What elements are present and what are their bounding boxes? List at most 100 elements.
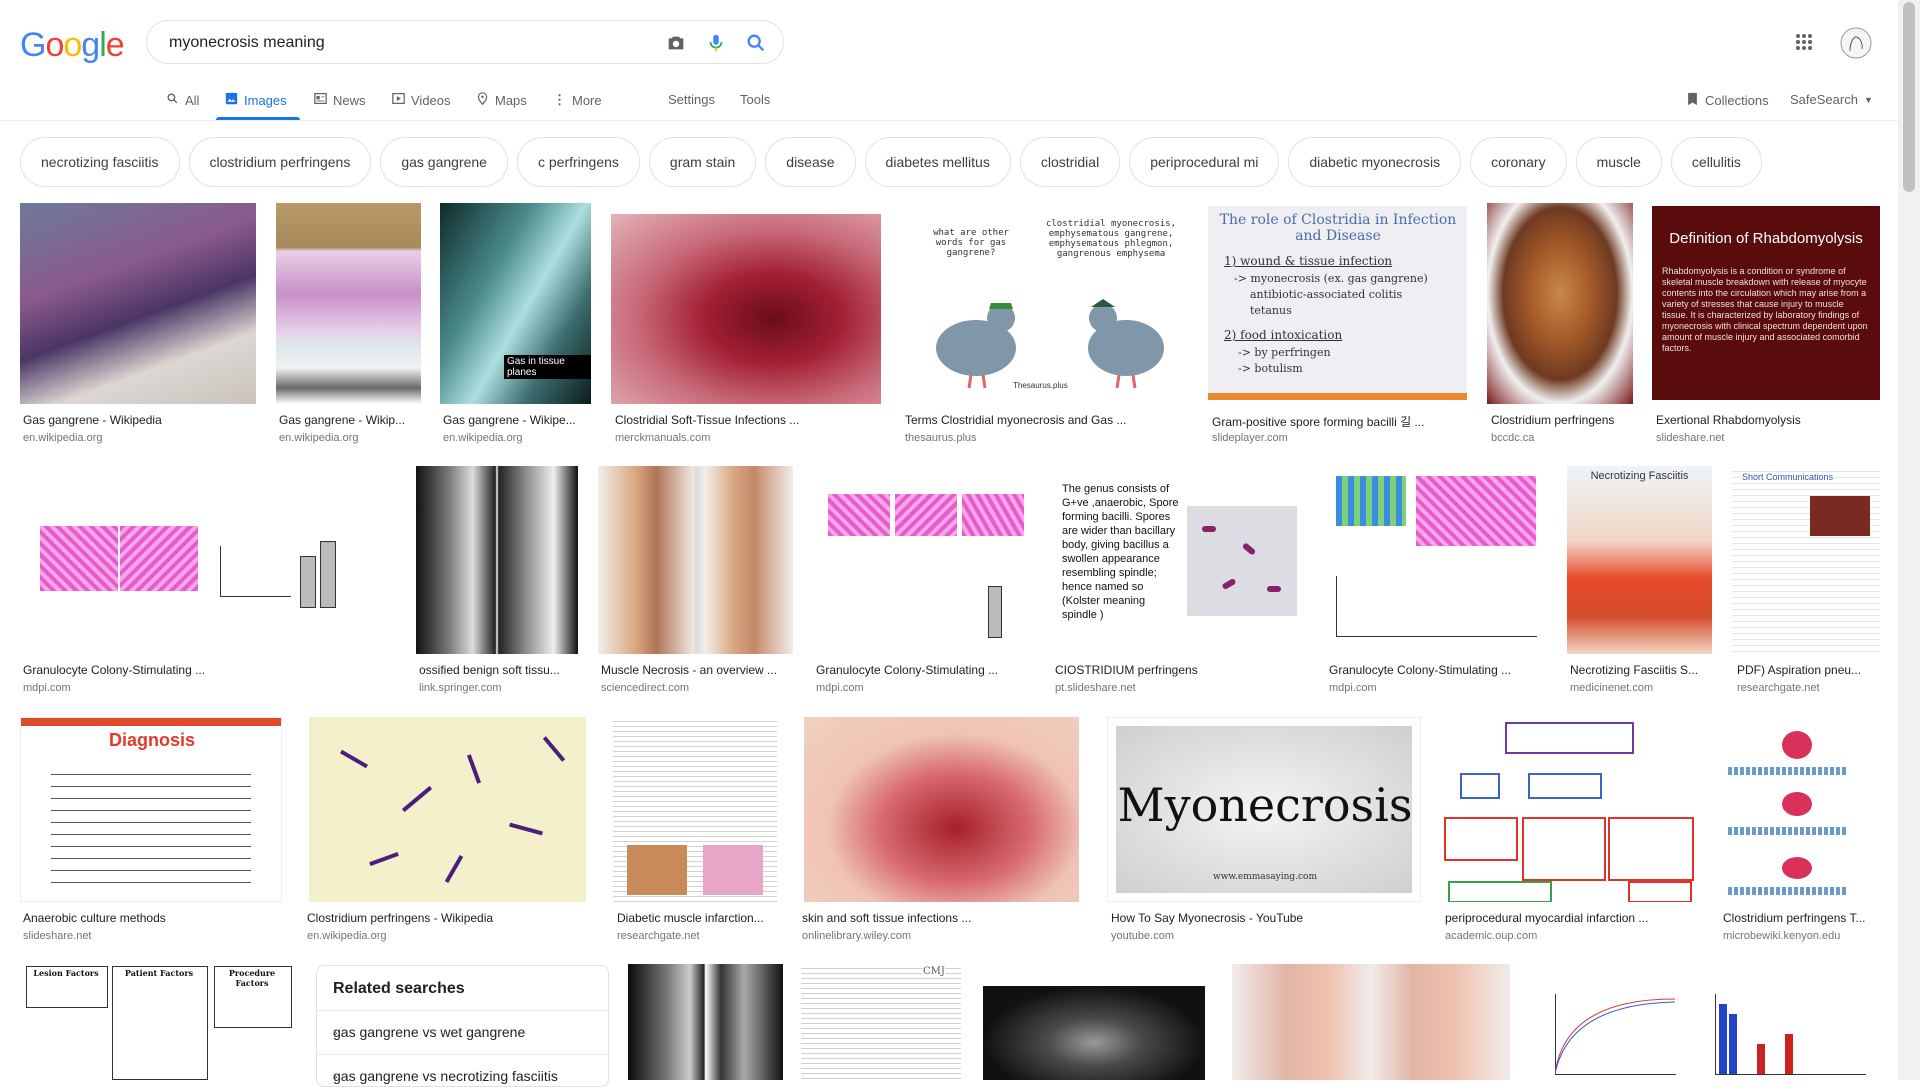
chip[interactable]: c perfringens bbox=[516, 137, 640, 187]
result-image[interactable] bbox=[1232, 964, 1510, 1080]
result-image[interactable] bbox=[628, 964, 783, 1080]
page-scrollbar[interactable] bbox=[1898, 0, 1920, 1080]
result-image[interactable]: The genus consists of G+ve ,anaerobic, S… bbox=[1052, 466, 1305, 654]
result-caption[interactable]: Granulocyte Colony-Stimulating ... bbox=[816, 663, 1031, 677]
result-image[interactable]: Diagnosis bbox=[20, 717, 282, 902]
result-image[interactable] bbox=[1487, 203, 1633, 404]
result-caption[interactable]: Granulocyte Colony-Stimulating ... bbox=[1329, 663, 1547, 677]
result-image[interactable] bbox=[1440, 717, 1695, 902]
chip[interactable]: diabetes mellitus bbox=[864, 137, 1011, 187]
chip[interactable]: diabetic myonecrosis bbox=[1288, 137, 1462, 187]
result-image[interactable] bbox=[20, 203, 256, 404]
result-caption[interactable]: Gas gangrene - Wikip... bbox=[279, 413, 419, 427]
safesearch-toggle[interactable]: SafeSearch ▼ bbox=[1790, 92, 1873, 107]
result-caption[interactable]: PDF) Aspiration pneu... bbox=[1737, 663, 1880, 677]
result-image[interactable] bbox=[813, 466, 1032, 654]
result-image[interactable]: Myonecrosis www.emmasaying.com bbox=[1107, 717, 1421, 902]
search-box[interactable] bbox=[146, 20, 784, 64]
result-image[interactable] bbox=[1718, 717, 1880, 902]
tab-maps[interactable]: Maps bbox=[476, 92, 527, 108]
image-label: Myonecrosis bbox=[1117, 778, 1413, 832]
safesearch-label: SafeSearch bbox=[1790, 92, 1858, 107]
result-image[interactable] bbox=[611, 214, 881, 404]
result-caption[interactable]: Clostridial Soft-Tissue Infections ... bbox=[615, 413, 880, 427]
chip[interactable]: gas gangrene bbox=[380, 137, 508, 187]
chip[interactable]: clostridium perfringens bbox=[188, 137, 372, 187]
result-image[interactable]: The role of Clostridia in Infection and … bbox=[1208, 206, 1467, 400]
active-tab-indicator bbox=[216, 117, 300, 120]
result-image[interactable] bbox=[20, 466, 396, 654]
result-caption[interactable]: skin and soft tissue infections ... bbox=[802, 911, 1077, 925]
result-image[interactable] bbox=[1535, 964, 1880, 1080]
result-caption[interactable]: How To Say Myonecrosis - YouTube bbox=[1111, 911, 1421, 925]
result-caption[interactable]: Anaerobic culture methods bbox=[23, 911, 281, 925]
related-search-item[interactable]: gas gangrene vs necrotizing fasciitis › bbox=[317, 1054, 608, 1086]
result-caption[interactable]: Gas gangrene - Wikipedia bbox=[23, 413, 253, 427]
settings-link[interactable]: Settings bbox=[668, 92, 715, 107]
result-caption[interactable]: Gas gangrene - Wikipe... bbox=[443, 413, 588, 427]
result-caption[interactable]: Granulocyte Colony-Stimulating ... bbox=[23, 663, 393, 677]
tab-news[interactable]: News bbox=[314, 92, 366, 108]
chip[interactable]: periprocedural mi bbox=[1129, 137, 1280, 187]
tools-link[interactable]: Tools bbox=[740, 92, 770, 107]
result-image[interactable] bbox=[276, 203, 421, 404]
image-label: Necrotizing Fasciitis bbox=[1590, 470, 1689, 482]
result-image[interactable]: CMJ bbox=[801, 964, 961, 1080]
chip[interactable]: muscle bbox=[1575, 137, 1662, 187]
result-caption[interactable]: CIOSTRIDIUM perfringens bbox=[1055, 663, 1305, 677]
result-caption[interactable]: Exertional Rhabdomyolysis bbox=[1656, 413, 1880, 427]
result-image[interactable]: Definition of Rhabdomyolysis Rhabdomyoly… bbox=[1652, 206, 1880, 400]
chip[interactable]: clostridial bbox=[1019, 137, 1121, 187]
result-domain: mdpi.com bbox=[816, 682, 864, 694]
image-icon bbox=[225, 92, 238, 108]
result-image[interactable]: Necrotizing Fasciitis bbox=[1567, 466, 1712, 654]
result-caption[interactable]: Diabetic muscle infarction... bbox=[617, 911, 777, 925]
result-image[interactable] bbox=[416, 466, 578, 654]
result-caption[interactable]: ossified benign soft tissu... bbox=[419, 663, 579, 677]
avatar[interactable] bbox=[1840, 27, 1872, 64]
chip[interactable]: necrotizing fasciitis bbox=[20, 137, 180, 187]
result-image[interactable]: Lesion Factors Patient Factors Procedure… bbox=[20, 964, 295, 1080]
search-icon[interactable] bbox=[745, 32, 767, 54]
map-icon bbox=[476, 92, 489, 108]
image-label: Diagnosis bbox=[108, 730, 196, 750]
result-image[interactable] bbox=[309, 717, 586, 902]
result-image[interactable] bbox=[804, 717, 1079, 902]
tab-all[interactable]: All bbox=[166, 92, 199, 108]
result-caption[interactable]: Clostridium perfringens bbox=[1491, 413, 1633, 427]
search-input[interactable] bbox=[167, 31, 631, 55]
result-caption[interactable]: Muscle Necrosis - an overview ... bbox=[601, 663, 791, 677]
result-caption[interactable]: Terms Clostridial myonecrosis and Gas ..… bbox=[905, 413, 1185, 427]
chip[interactable]: coronary bbox=[1470, 137, 1567, 187]
apps-grid-icon[interactable] bbox=[1795, 33, 1813, 56]
result-caption[interactable]: periprocedural myocardial infarction ... bbox=[1445, 911, 1695, 925]
tab-label: All bbox=[185, 92, 200, 108]
related-search-item[interactable]: gas gangrene vs wet gangrene › bbox=[317, 1010, 608, 1055]
result-caption[interactable]: Gram-positive spore forming bacilli 길 ..… bbox=[1212, 413, 1467, 430]
result-caption[interactable]: Clostridium perfringens T... bbox=[1723, 911, 1880, 925]
chip[interactable]: gram stain bbox=[648, 137, 757, 187]
result-image[interactable] bbox=[981, 964, 1209, 1080]
result-caption[interactable]: Clostridium perfringens - Wikipedia bbox=[307, 911, 585, 925]
tab-images[interactable]: Images bbox=[225, 92, 287, 108]
tab-label: Videos bbox=[411, 92, 451, 108]
tab-videos[interactable]: Videos bbox=[392, 92, 451, 108]
result-image[interactable] bbox=[598, 466, 793, 654]
result-caption[interactable]: Necrotizing Fasciitis S... bbox=[1570, 663, 1712, 677]
result-image[interactable]: Short Communications bbox=[1732, 466, 1880, 654]
dropdown-arrow-icon: ▼ bbox=[1863, 94, 1873, 105]
result-image[interactable] bbox=[613, 717, 777, 902]
result-image[interactable]: what are other words for gas gangrene? c… bbox=[901, 203, 1188, 404]
camera-icon[interactable] bbox=[665, 32, 687, 54]
chip[interactable]: cellulitis bbox=[1670, 137, 1762, 187]
result-domain: researchgate.net bbox=[617, 930, 700, 942]
result-image[interactable]: Gas in tissue planes bbox=[440, 203, 591, 404]
tab-label: News bbox=[333, 92, 366, 108]
tab-more[interactable]: ⋮ More bbox=[553, 92, 602, 108]
result-image[interactable] bbox=[1326, 466, 1547, 654]
chip[interactable]: disease bbox=[765, 137, 856, 187]
microphone-icon[interactable] bbox=[705, 32, 727, 54]
collections-link[interactable]: Collections bbox=[1686, 92, 1769, 109]
scrollbar-thumb[interactable] bbox=[1903, 2, 1915, 192]
google-logo[interactable]: Google bbox=[20, 26, 125, 65]
